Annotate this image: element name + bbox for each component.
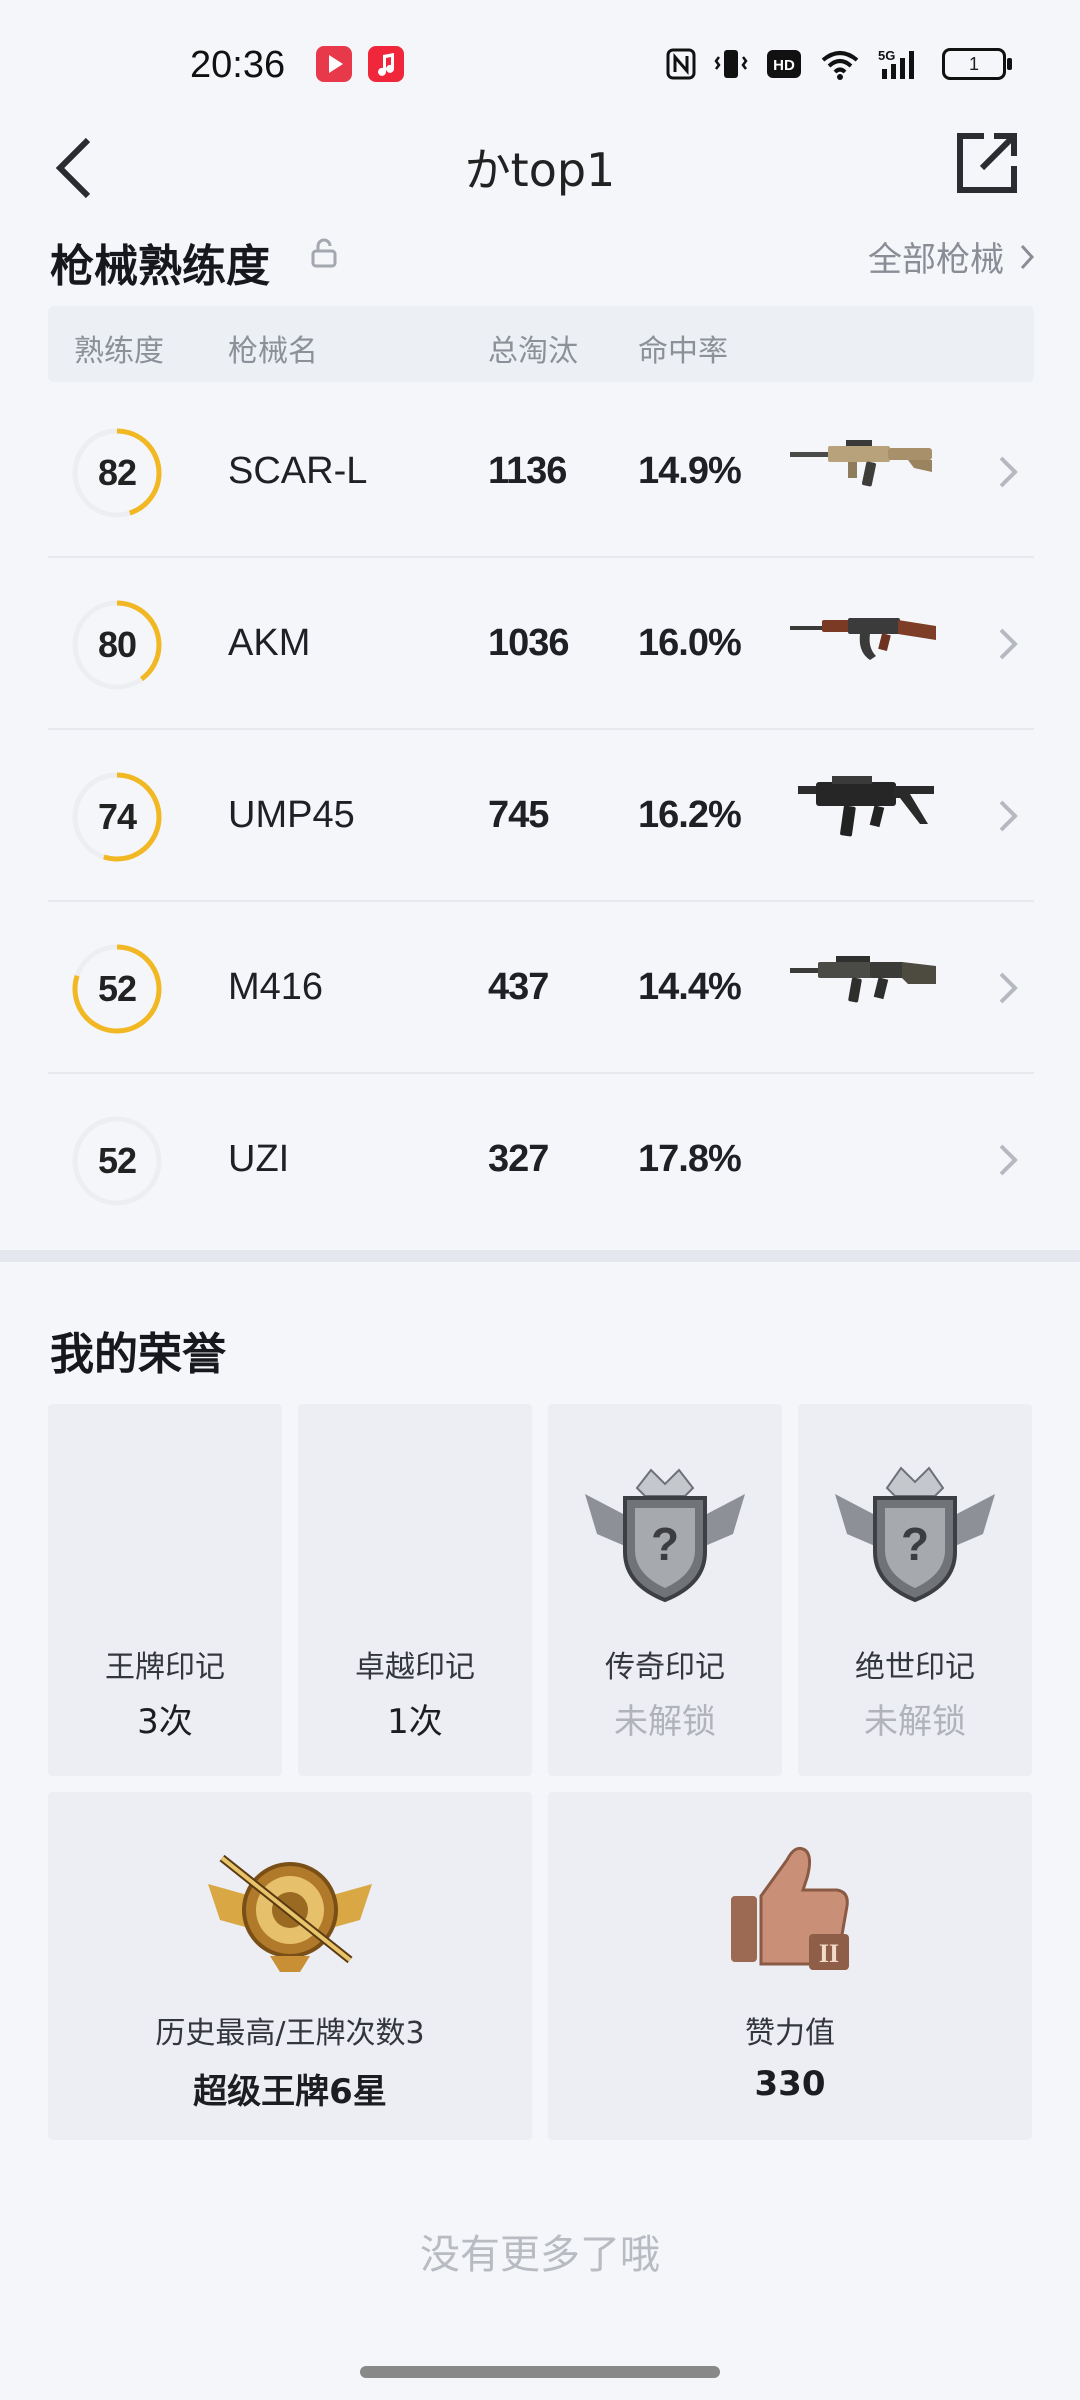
honor-card-legend-mark[interactable]: ? 传奇印记 未解锁 xyxy=(548,1404,782,1776)
music-app-icon xyxy=(368,46,404,82)
weapon-hit-rate: 17.8% xyxy=(638,1138,742,1180)
svg-text:?: ? xyxy=(651,1518,679,1570)
status-time: 20:36 xyxy=(190,44,286,86)
honor-card-ace-mark[interactable]: 王牌印记 3次 xyxy=(48,1404,282,1776)
no-more-text: 没有更多了哦 xyxy=(420,2232,660,2278)
honor-card-likes[interactable]: II 赞力值 330 xyxy=(548,1792,1032,2140)
weapon-row[interactable]: 82 SCAR-L 1136 14.9% xyxy=(48,386,1034,558)
scar-l-rifle-icon xyxy=(790,440,932,487)
svg-text:HD: HD xyxy=(773,57,795,74)
weapon-kills: 327 xyxy=(488,1138,549,1180)
honor-card-excellence-mark[interactable]: 卓越印记 1次 xyxy=(298,1404,532,1776)
weapon-kills: 745 xyxy=(488,794,549,836)
chevron-right-icon xyxy=(999,972,1018,1004)
honor-label: 绝世印记 xyxy=(855,1650,975,1685)
status-bar: 20:36 HD 5G 1 xyxy=(0,0,1080,120)
section-divider xyxy=(0,1250,1080,1262)
proficiency-value: 82 xyxy=(97,452,137,493)
chevron-right-icon xyxy=(999,628,1018,660)
ace-rank-badge-icon xyxy=(208,1854,372,1972)
honors-title: 我的荣誉 xyxy=(50,1329,226,1380)
video-app-icon xyxy=(316,46,352,82)
m416-rifle-icon xyxy=(790,956,936,1003)
weapon-table-header: 熟练度 枪械名 总淘汰 命中率 xyxy=(48,306,1034,382)
locked-crown-badge-icon: ? xyxy=(585,1468,745,1603)
weapon-kills: 437 xyxy=(488,966,549,1008)
column-total-kills: 总淘汰 xyxy=(488,334,578,369)
weapon-proficiency-title: 枪械熟练度 xyxy=(50,241,270,292)
weapon-row[interactable]: 74 UMP45 745 16.2% xyxy=(48,730,1034,902)
hd-icon: HD xyxy=(766,48,802,80)
chevron-right-icon xyxy=(1020,244,1035,269)
thumbs-up-badge-icon: II xyxy=(731,1846,849,1970)
honor-card-highest-rank[interactable]: 历史最高/王牌次数3 超级王牌6星 xyxy=(48,1792,532,2140)
weapon-hit-rate: 14.4% xyxy=(638,966,742,1008)
share-external-icon xyxy=(957,133,1017,193)
honor-label: 传奇印记 xyxy=(605,1650,725,1685)
weapon-name: UZI xyxy=(228,1138,290,1180)
akm-rifle-icon xyxy=(790,618,936,660)
battery-icon: 1 xyxy=(942,48,1012,80)
proficiency-value: 52 xyxy=(97,968,137,1009)
proficiency-value: 52 xyxy=(97,1140,137,1181)
svg-text:II: II xyxy=(819,1939,839,1968)
honor-label: 卓越印记 xyxy=(355,1650,475,1685)
wifi-icon xyxy=(820,48,860,80)
lock-icon xyxy=(311,238,337,268)
home-indicator[interactable] xyxy=(360,2366,720,2378)
honor-value: 未解锁 xyxy=(614,1702,716,1742)
honor-label: 赞力值 xyxy=(745,2016,835,2051)
page-title: かtop1 xyxy=(464,143,616,197)
honor-value: 超级王牌6星 xyxy=(193,2072,387,2112)
weapon-row[interactable]: 52 UZI 327 17.8% xyxy=(48,1074,1034,1244)
column-hit-rate: 命中率 xyxy=(638,334,728,369)
nfc-icon xyxy=(666,48,696,80)
weapon-row[interactable]: 80 AKM 1036 16.0% xyxy=(48,558,1034,730)
honor-value: 330 xyxy=(754,2064,826,2104)
proficiency-value: 74 xyxy=(97,796,137,837)
weapon-row[interactable]: 52 M416 437 14.4% xyxy=(48,902,1034,1074)
proficiency-value: 80 xyxy=(97,624,137,665)
svg-text:?: ? xyxy=(901,1518,929,1570)
honor-value: 未解锁 xyxy=(864,1702,966,1742)
top-bar: かtop1 xyxy=(0,120,1080,240)
locked-crown-badge-icon: ? xyxy=(835,1466,995,1603)
honor-value: 3次 xyxy=(137,1702,193,1742)
all-weapons-link[interactable]: 全部枪械 xyxy=(868,232,1036,281)
weapon-kills: 1036 xyxy=(488,622,570,664)
chevron-right-icon xyxy=(999,456,1018,488)
weapon-name: UMP45 xyxy=(228,794,355,836)
status-icons: HD 5G 1 xyxy=(666,48,1012,80)
signal-5g-icon: 5G xyxy=(878,48,924,80)
honor-card-peerless-mark[interactable]: ? 绝世印记 未解锁 xyxy=(798,1404,1032,1776)
weapon-list: 82 SCAR-L 1136 14.9% 80 AKM 1036 16.0% 7… xyxy=(48,386,1034,1244)
weapon-name: M416 xyxy=(228,966,324,1008)
honor-label: 王牌印记 xyxy=(105,1650,225,1685)
weapon-name: SCAR-L xyxy=(228,450,368,492)
weapon-hit-rate: 16.0% xyxy=(638,622,742,664)
chevron-right-icon xyxy=(999,1144,1018,1176)
honor-label: 历史最高/王牌次数3 xyxy=(155,2016,425,2051)
vibrate-icon xyxy=(714,48,748,80)
column-proficiency: 熟练度 xyxy=(74,334,164,369)
all-weapons-label: 全部枪械 xyxy=(868,240,1004,280)
svg-text:5G: 5G xyxy=(878,48,895,63)
weapon-hit-rate: 16.2% xyxy=(638,794,742,836)
weapon-kills: 1136 xyxy=(488,450,567,492)
column-weapon-name: 枪械名 xyxy=(228,334,318,369)
share-button[interactable] xyxy=(948,124,1026,202)
weapon-hit-rate: 14.9% xyxy=(638,450,742,492)
weapon-name: AKM xyxy=(228,622,311,664)
honor-value: 1次 xyxy=(387,1702,443,1742)
ump45-smg-icon xyxy=(798,776,934,837)
chevron-right-icon xyxy=(999,800,1018,832)
